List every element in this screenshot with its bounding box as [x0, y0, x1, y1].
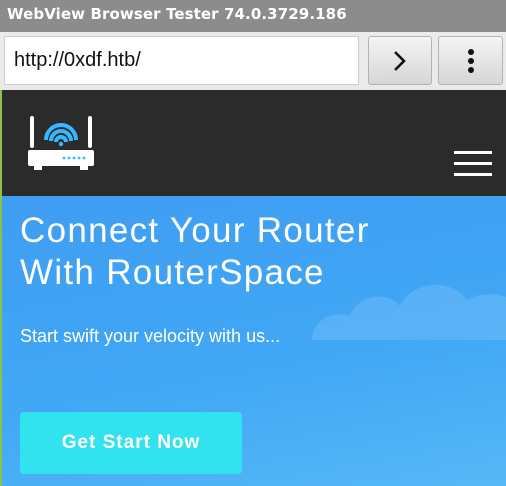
- overflow-menu-button[interactable]: [438, 36, 503, 85]
- hero-title-line-1: Connect Your Router: [20, 211, 370, 250]
- chevron-right-icon: [394, 50, 406, 71]
- browser-toolbar: [0, 32, 506, 90]
- overflow-menu-icon: [467, 48, 474, 73]
- hero-title: Connect Your Router With RouterSpace: [20, 210, 370, 294]
- hero-title-line-2: With RouterSpace: [20, 253, 325, 292]
- get-started-button[interactable]: Get Start Now: [20, 412, 242, 474]
- app-title: WebView Browser Tester 74.0.3729.186: [7, 5, 347, 23]
- go-button[interactable]: [368, 36, 432, 85]
- hamburger-menu-icon[interactable]: [454, 151, 492, 177]
- hero-subtitle: Start swift your velocity with us...: [20, 326, 281, 346]
- hero-section: Connect Your Router With RouterSpace Sta…: [2, 196, 506, 486]
- webview[interactable]: Connect Your Router With RouterSpace Sta…: [0, 90, 506, 486]
- app-title-bar: WebView Browser Tester 74.0.3729.186: [0, 0, 506, 32]
- wifi-router-icon[interactable]: [26, 110, 96, 172]
- site-header: [2, 90, 506, 196]
- url-input[interactable]: [4, 36, 359, 85]
